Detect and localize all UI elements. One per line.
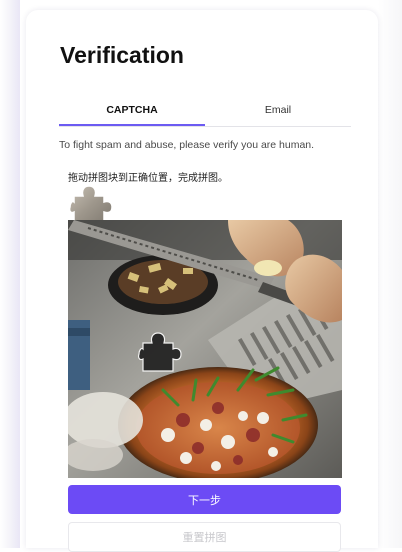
tab-captcha[interactable]: CAPTCHA bbox=[59, 96, 205, 126]
next-step-button[interactable]: 下一步 bbox=[68, 485, 341, 514]
page-title: Verification bbox=[60, 42, 184, 68]
captcha-instruction: 拖动拼图块到正确位置，完成拼图。 bbox=[68, 173, 228, 184]
tab-email[interactable]: Email bbox=[205, 96, 351, 124]
info-text: To fight spam and abuse, please verify y… bbox=[59, 139, 315, 151]
verification-card: Verification CAPTCHA Email To fight spam… bbox=[26, 10, 378, 552]
background-shade-right bbox=[378, 0, 402, 548]
background-shade-left bbox=[0, 0, 20, 548]
captcha-puzzle-image bbox=[68, 220, 342, 478]
tab-bar: CAPTCHA Email bbox=[59, 96, 351, 127]
